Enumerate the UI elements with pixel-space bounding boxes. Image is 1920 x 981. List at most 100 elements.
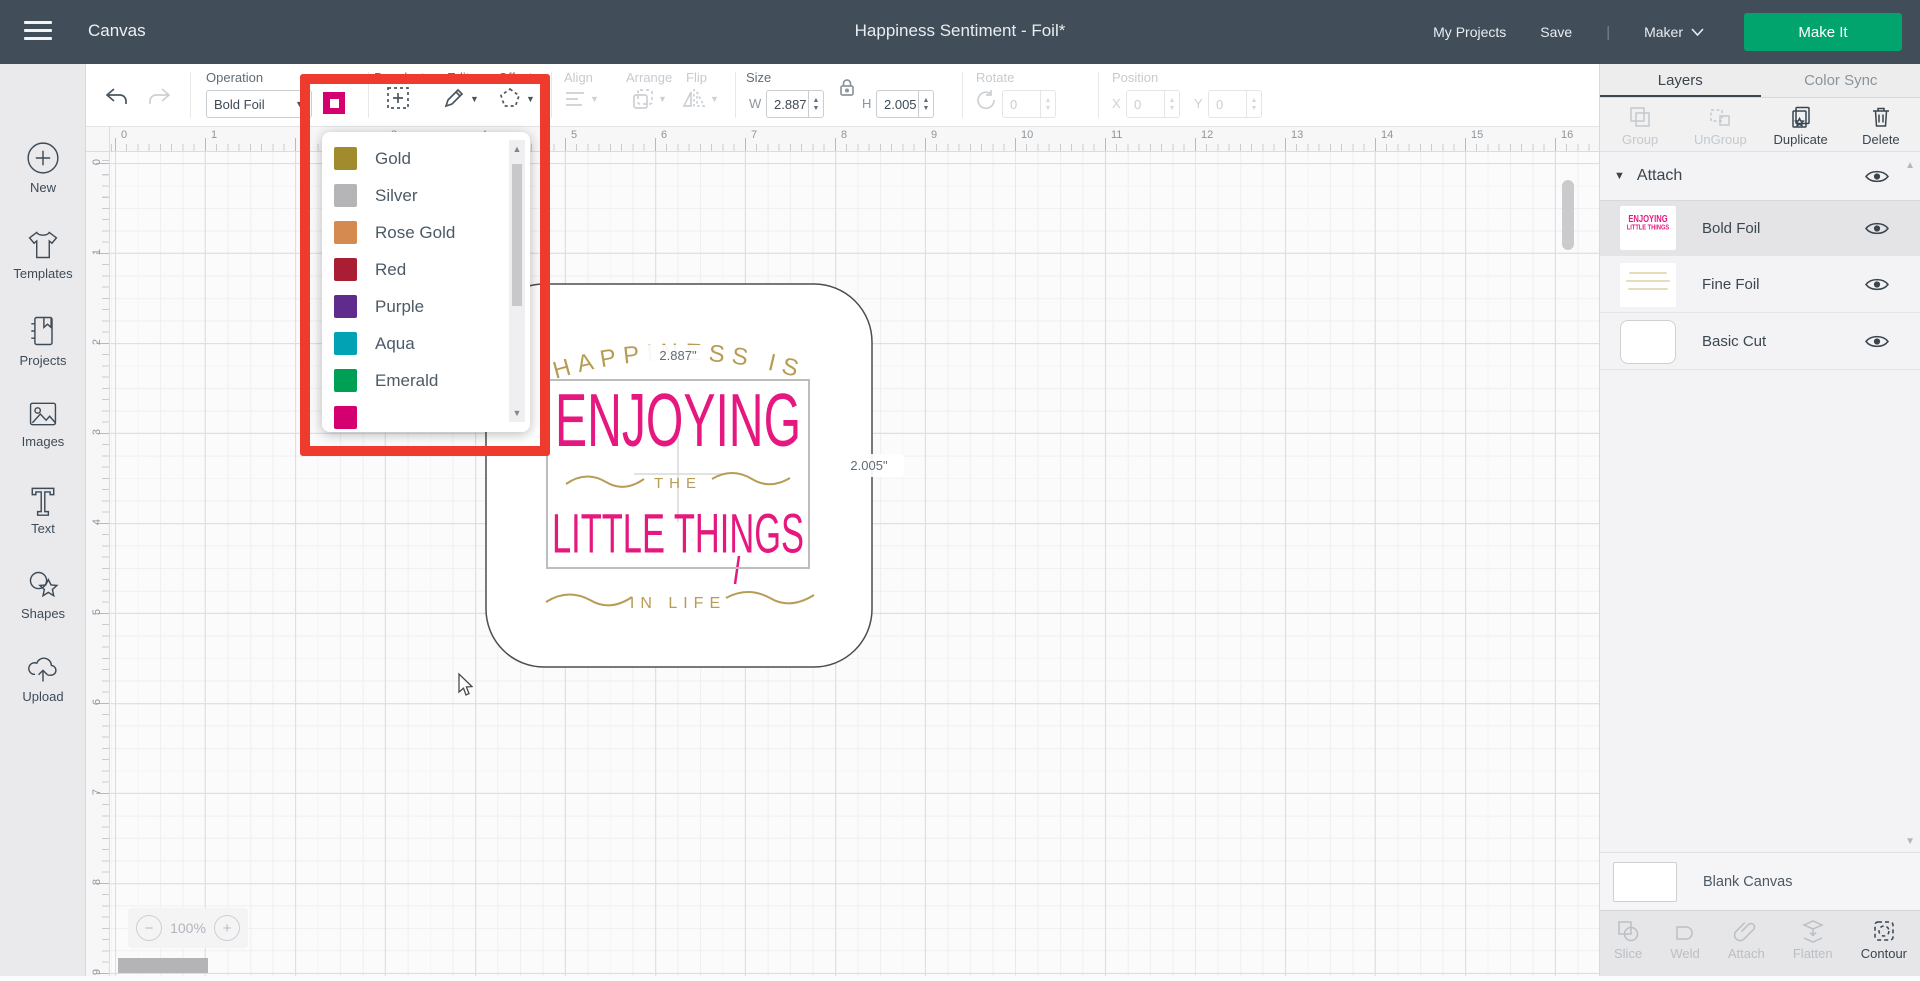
zoom-in-button[interactable]: + bbox=[214, 915, 240, 941]
redo-button[interactable] bbox=[146, 86, 172, 108]
size-lock-icon[interactable] bbox=[838, 77, 856, 99]
operation-select[interactable]: Bold Foil ▼ bbox=[206, 90, 312, 118]
color-option-partial[interactable] bbox=[334, 406, 530, 429]
bold-foil-text-enjoying[interactable]: ENJOYING bbox=[555, 378, 801, 463]
flip-button[interactable] bbox=[682, 88, 706, 110]
sidebar-item-upload[interactable]: Upload bbox=[0, 653, 86, 704]
upload-cloud-icon bbox=[25, 653, 61, 685]
color-option-purple[interactable]: Purple bbox=[334, 295, 530, 318]
duplicate-button[interactable]: Duplicate bbox=[1761, 98, 1841, 151]
offset-button[interactable] bbox=[498, 86, 522, 110]
width-stepper[interactable]: ▲▼ bbox=[808, 91, 823, 117]
color-option-gold[interactable]: Gold bbox=[334, 147, 530, 170]
color-option-aqua[interactable]: Aqua bbox=[334, 332, 530, 355]
sidebar-item-shapes[interactable]: Shapes bbox=[0, 568, 86, 621]
width-label: W bbox=[749, 96, 761, 111]
scroll-down-icon[interactable]: ▼ bbox=[509, 408, 525, 418]
panel-scroll-up-icon[interactable]: ▲ bbox=[1905, 160, 1915, 171]
height-stepper[interactable]: ▲▼ bbox=[918, 91, 933, 117]
color-option-silver[interactable]: Silver bbox=[334, 184, 530, 207]
shapes-icon bbox=[25, 568, 61, 602]
layer-row-bold-foil[interactable]: ENJOYING LITTLE THINGS Bold Foil bbox=[1600, 200, 1920, 256]
sidebar-item-new[interactable]: New bbox=[0, 140, 86, 195]
scroll-up-icon[interactable]: ▲ bbox=[509, 144, 525, 154]
hamburger-menu-icon[interactable] bbox=[24, 21, 54, 43]
layer-row-basic-cut[interactable]: Basic Cut bbox=[1600, 314, 1920, 370]
x-stepper: ▲▼ bbox=[1164, 91, 1179, 117]
machine-selector[interactable]: Maker bbox=[1644, 24, 1704, 40]
color-option-rose-gold[interactable]: Rose Gold bbox=[334, 221, 530, 244]
edit-button[interactable] bbox=[442, 86, 466, 110]
vertical-ruler: 0 1 2 3 4 5 6 7 8 9 bbox=[86, 152, 110, 976]
align-button[interactable] bbox=[564, 90, 586, 108]
slice-button[interactable]: Slice bbox=[1614, 919, 1642, 976]
emerald-swatch bbox=[334, 369, 357, 392]
position-label: Position bbox=[1112, 70, 1158, 85]
svg-text:2.005": 2.005" bbox=[850, 458, 888, 473]
dropdown-scrollbar[interactable]: ▲ ▼ bbox=[509, 140, 525, 422]
my-projects-link[interactable]: My Projects bbox=[1433, 24, 1506, 40]
delete-button[interactable]: Delete bbox=[1841, 98, 1920, 151]
deselect-button[interactable] bbox=[386, 86, 410, 110]
offset-caret-icon[interactable]: ▼ bbox=[526, 94, 535, 104]
x-input[interactable]: 0 ▲▼ bbox=[1126, 90, 1180, 118]
arrange-button[interactable] bbox=[632, 88, 654, 110]
width-input[interactable]: 2.887 ▲▼ bbox=[766, 90, 824, 118]
edit-caret-icon[interactable]: ▼ bbox=[470, 94, 479, 104]
ruler-corner bbox=[86, 127, 110, 152]
tab-color-sync[interactable]: Color Sync bbox=[1761, 64, 1920, 97]
flatten-button[interactable]: Flatten bbox=[1793, 919, 1833, 976]
visibility-eye-icon[interactable] bbox=[1865, 333, 1889, 350]
fine-foil-text-in-life[interactable]: IN LIFE bbox=[630, 595, 726, 612]
fine-foil-text-the[interactable]: THE bbox=[654, 475, 702, 492]
make-it-button[interactable]: Make It bbox=[1744, 13, 1902, 51]
toolbar-divider bbox=[962, 72, 963, 118]
color-chip-center bbox=[330, 99, 339, 108]
attach-button[interactable]: Attach bbox=[1728, 919, 1765, 976]
color-option-red[interactable]: Red bbox=[334, 258, 530, 281]
sidebar-item-images[interactable]: Images bbox=[0, 398, 86, 449]
tab-layers[interactable]: Layers bbox=[1600, 64, 1761, 97]
attach-group-header[interactable]: ▼ Attach bbox=[1600, 152, 1920, 200]
collapse-chevron-icon[interactable]: ▼ bbox=[1614, 170, 1625, 182]
height-input[interactable]: 2.005 ▲▼ bbox=[876, 90, 934, 118]
sidebar-item-projects[interactable]: Projects bbox=[0, 313, 86, 368]
panel-scroll-down-icon[interactable]: ▼ bbox=[1905, 836, 1915, 847]
contour-icon bbox=[1872, 919, 1896, 943]
undo-button[interactable] bbox=[104, 86, 130, 108]
image-icon bbox=[25, 398, 61, 430]
size-label: Size bbox=[746, 70, 771, 85]
bold-foil-text-little-things[interactable]: LITTLE THINGS bbox=[552, 503, 804, 565]
rotate-input[interactable]: 0 ▲▼ bbox=[1002, 90, 1056, 118]
color-option-emerald[interactable]: Emerald bbox=[334, 369, 530, 392]
purple-swatch bbox=[334, 295, 357, 318]
svg-text:LITTLE THINGS: LITTLE THINGS bbox=[552, 503, 804, 565]
zoom-control: − 100% + bbox=[128, 908, 248, 948]
sidebar-item-templates[interactable]: Templates bbox=[0, 228, 86, 281]
sidebar-item-text[interactable]: Text bbox=[0, 483, 86, 536]
ungroup-button[interactable]: UnGroup bbox=[1680, 98, 1760, 151]
visibility-eye-icon[interactable] bbox=[1865, 168, 1889, 185]
group-icon bbox=[1628, 105, 1652, 129]
toolbar-divider bbox=[551, 72, 552, 118]
canvas-nav-label[interactable]: Canvas bbox=[88, 21, 146, 41]
visibility-eye-icon[interactable] bbox=[1865, 220, 1889, 237]
text-icon bbox=[25, 483, 61, 517]
group-button[interactable]: Group bbox=[1600, 98, 1680, 151]
canvas-vertical-scrollbar[interactable] bbox=[1562, 180, 1574, 250]
rotate-stepper: ▲▼ bbox=[1040, 91, 1055, 117]
rotate-button[interactable] bbox=[974, 89, 996, 111]
weld-button[interactable]: Weld bbox=[1670, 919, 1699, 976]
layer-color-chip[interactable] bbox=[323, 92, 345, 114]
y-input[interactable]: 0 ▲▼ bbox=[1208, 90, 1262, 118]
canvas-horizontal-scrollbar[interactable] bbox=[118, 958, 208, 973]
save-link[interactable]: Save bbox=[1540, 24, 1572, 40]
contour-button[interactable]: Contour bbox=[1861, 919, 1907, 976]
layer-row-fine-foil[interactable]: Fine Foil bbox=[1600, 257, 1920, 313]
y-label: Y bbox=[1194, 96, 1203, 111]
visibility-eye-icon[interactable] bbox=[1865, 276, 1889, 293]
blank-canvas-row[interactable]: Blank Canvas bbox=[1600, 852, 1920, 910]
zoom-out-button[interactable]: − bbox=[136, 915, 162, 941]
dropdown-scrollbar-thumb[interactable] bbox=[512, 164, 522, 306]
selection-height-dimension: 2.005" bbox=[834, 454, 904, 477]
